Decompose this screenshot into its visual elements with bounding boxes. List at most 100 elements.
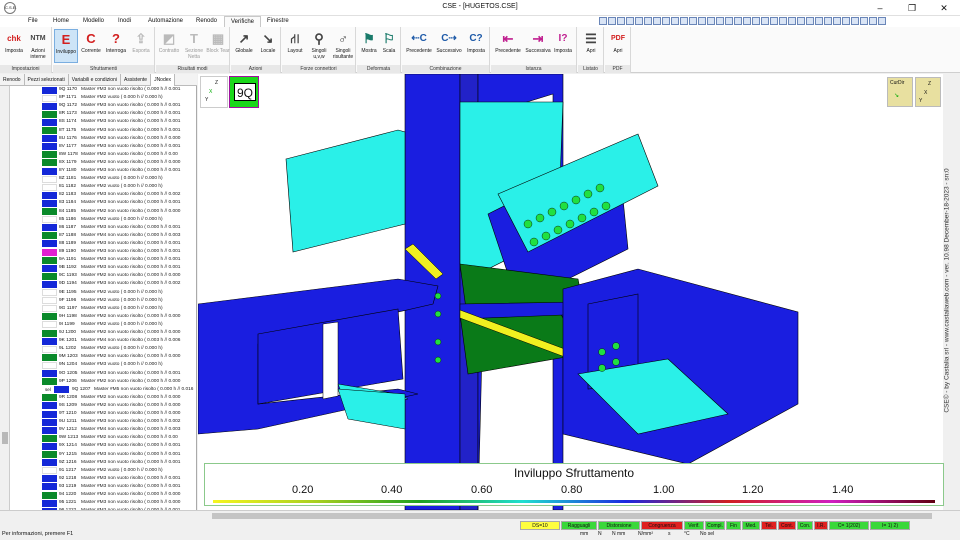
- list-item[interactable]: 9U 1211 Master #M3 non vuoto risolto ( 0.…: [10, 418, 196, 426]
- list-item[interactable]: 84 1185 Master #M2 non vuoto risolto ( 0.…: [10, 208, 196, 216]
- precedente-combinazione-button[interactable]: ⇠C Precedente: [404, 29, 434, 63]
- tab-jnodex[interactable]: JNodex: [151, 74, 176, 86]
- status-indicator[interactable]: Fin: [726, 521, 741, 530]
- move-icon[interactable]: [671, 17, 679, 25]
- pencil-icon[interactable]: [635, 17, 643, 25]
- status-indicator[interactable]: DS=10: [520, 521, 560, 530]
- list-item[interactable]: 9Q 1172 Master #M3 non vuoto risolto ( 0.…: [10, 102, 196, 110]
- open-icon[interactable]: [608, 17, 616, 25]
- tab-pezzi-selezionati[interactable]: Pezzi selezionati: [25, 74, 69, 86]
- globale-button[interactable]: ↗ Globale: [232, 29, 256, 63]
- menu-home[interactable]: Home: [47, 16, 75, 27]
- arrow-right-icon[interactable]: [689, 17, 697, 25]
- list-item[interactable]: 9A 1191 Master #M3 non vuoto risolto ( 0.…: [10, 256, 196, 264]
- list-item[interactable]: 83 1184 Master #M3 non vuoto risolto ( 0.…: [10, 199, 196, 207]
- list-item[interactable]: 8P 1171 Master #M2 vuoto ( 0.000 h // 0.0…: [10, 94, 196, 102]
- inviluppo-button[interactable]: E Inviluppo: [54, 29, 78, 63]
- list-item[interactable]: 9P 1206 Master #M2 non vuoto risolto ( 0.…: [10, 378, 196, 386]
- view-side-icon[interactable]: [770, 17, 778, 25]
- list-item[interactable]: 9O 1205 Master #M3 non vuoto risolto ( 0.…: [10, 370, 196, 378]
- 3d-viewport[interactable]: Z X Y 9Q CurDir ↘ Z X Y: [198, 74, 943, 510]
- print-icon[interactable]: [869, 17, 877, 25]
- list-item[interactable]: 91 1217 Master #M2 vuoto ( 0.000 h // 0.0…: [10, 467, 196, 475]
- menu-file[interactable]: File: [22, 16, 44, 27]
- status-indicator[interactable]: I= 1) 2): [870, 521, 910, 530]
- tab-assistente[interactable]: Assistente: [121, 74, 152, 86]
- status-indicator[interactable]: Ragguagli: [561, 521, 597, 530]
- tab-renodo[interactable]: Renodo: [0, 74, 25, 86]
- list-item[interactable]: 9K 1201 Master #M4 non vuoto risolto ( 0.…: [10, 337, 196, 345]
- list-item[interactable]: 94 1220 Master #M2 non vuoto risolto ( 0.…: [10, 491, 196, 499]
- list-item[interactable]: 95 1221 Master #M3 non vuoto risolto ( 0.…: [10, 499, 196, 507]
- block-tear-button[interactable]: ▦ Block Tear: [206, 29, 230, 63]
- save-icon[interactable]: [599, 17, 607, 25]
- scala-button[interactable]: ⚐ Scala: [377, 29, 401, 63]
- list-item[interactable]: 9G 1197 Master #M3 vuoto ( 0.000 h // 0.0…: [10, 305, 196, 313]
- zoom-fit-icon[interactable]: [743, 17, 751, 25]
- list-item[interactable]: 9Z 1216 Master #M3 non vuoto risolto ( 0.…: [10, 459, 196, 467]
- list-item[interactable]: 88 1189 Master #M3 non vuoto risolto ( 0.…: [10, 240, 196, 248]
- menu-automazione[interactable]: Automazione: [142, 16, 189, 27]
- eraser-icon[interactable]: [644, 17, 652, 25]
- imposta-istanza-button[interactable]: I? Imposta: [551, 29, 575, 63]
- list-item[interactable]: 9L 1202 Master #M2 vuoto ( 0.000 h // 0.0…: [10, 345, 196, 353]
- arrow-up-icon[interactable]: [698, 17, 706, 25]
- list-item[interactable]: 9E 1195 Master #M2 vuoto ( 0.000 h // 0.0…: [10, 289, 196, 297]
- select-icon[interactable]: [653, 17, 661, 25]
- list-item[interactable]: sel 9Q 1207 Master #M5 non vuoto risolto (…: [10, 386, 196, 394]
- render-icon[interactable]: [824, 17, 832, 25]
- view-iso-icon[interactable]: [779, 17, 787, 25]
- layout-button[interactable]: ⛙ Layout: [283, 29, 307, 63]
- list-item[interactable]: 82 1183 Master #M3 non vuoto risolto ( 0.…: [10, 191, 196, 199]
- list-item[interactable]: 85 1186 Master #M2 vuoto ( 0.000 h // 0.0…: [10, 216, 196, 224]
- status-indicator[interactable]: Con.: [797, 521, 813, 530]
- corrente-button[interactable]: C Corrente: [79, 29, 103, 63]
- list-item[interactable]: 9R 1208 Master #M2 non vuoto risolto ( 0.…: [10, 394, 196, 402]
- list-item[interactable]: 9T 1210 Master #M2 non vuoto risolto ( 0.…: [10, 410, 196, 418]
- shade-icon[interactable]: [860, 17, 868, 25]
- list-item[interactable]: 8X 1179 Master #M2 non vuoto risolto ( 0.…: [10, 159, 196, 167]
- azioni-interne-button[interactable]: NTM Azioni interne: [26, 29, 50, 63]
- list-scrollbar[interactable]: [0, 86, 10, 510]
- arrow-down-icon[interactable]: [707, 17, 715, 25]
- list-item[interactable]: 8W 1178 Master #M2 non vuoto risolto ( 0.…: [10, 151, 196, 159]
- minimize-button[interactable]: –: [864, 0, 896, 16]
- imposta-combinazione-button[interactable]: C? Imposta: [464, 29, 488, 63]
- list-item[interactable]: 9W 1213 Master #M2 non vuoto risolto ( 0.…: [10, 434, 196, 442]
- connector-list[interactable]: 9Q 1170 Master #M3 non vuoto risolto ( 0.…: [0, 86, 197, 510]
- joint-model-render[interactable]: [198, 74, 943, 510]
- precedente-istanza-button[interactable]: ⇤ Precedente: [493, 29, 523, 63]
- apri-listato-button[interactable]: ☰ Apri: [579, 29, 603, 63]
- list-item[interactable]: 87 1188 Master #M4 non vuoto risolto ( 0.…: [10, 232, 196, 240]
- list-item[interactable]: 9X 1214 Master #M3 non vuoto risolto ( 0.…: [10, 442, 196, 450]
- list-item[interactable]: 9I 1199 Master #M2 vuoto ( 0.000 h // 0.0…: [10, 321, 196, 329]
- menu-finestre[interactable]: Finestre: [261, 16, 295, 27]
- pan-icon[interactable]: [662, 17, 670, 25]
- sezione-netta-button[interactable]: T Sezione Netta: [182, 29, 206, 63]
- singoli-uvw-button[interactable]: ⚲ Singoli u,v,w: [307, 29, 331, 63]
- list-item[interactable]: 8Y 1180 Master #M3 non vuoto risolto ( 0.…: [10, 167, 196, 175]
- view-top-icon[interactable]: [752, 17, 760, 25]
- underline-icon[interactable]: [788, 17, 796, 25]
- menu-inodi[interactable]: Inodi: [112, 16, 137, 27]
- view-front-icon[interactable]: [761, 17, 769, 25]
- curdir-indicator[interactable]: CurDir ↘: [887, 77, 913, 107]
- layers-icon[interactable]: [815, 17, 823, 25]
- list-item[interactable]: 9Q 1170 Master #M3 non vuoto risolto ( 0.…: [10, 86, 196, 94]
- solid-icon[interactable]: [851, 17, 859, 25]
- list-item[interactable]: 9C 1193 Master #M2 non vuoto risolto ( 0.…: [10, 272, 196, 280]
- help-icon[interactable]: [878, 17, 886, 25]
- successiva-istanza-button[interactable]: ⇥ Successiva: [523, 29, 553, 63]
- menu-modello[interactable]: Modello: [77, 16, 110, 27]
- viewport-hscrollbar[interactable]: [0, 510, 960, 520]
- list-item[interactable]: 8S 1174 Master #M3 non vuoto risolto ( 0.…: [10, 118, 196, 126]
- list-item[interactable]: 9B 1192 Master #M3 non vuoto risolto ( 0.…: [10, 264, 196, 272]
- view-direction-indicator[interactable]: Z X Y: [915, 77, 941, 107]
- rotate-icon[interactable]: [716, 17, 724, 25]
- list-item[interactable]: 8U 1176 Master #M2 non vuoto risolto ( 0.…: [10, 135, 196, 143]
- list-item[interactable]: 9Y 1215 Master #M3 non vuoto risolto ( 0.…: [10, 451, 196, 459]
- list-item[interactable]: 8T 1175 Master #M3 non vuoto risolto ( 0.…: [10, 127, 196, 135]
- list-item[interactable]: 9S 1209 Master #M2 non vuoto risolto ( 0.…: [10, 402, 196, 410]
- list-item[interactable]: 9H 1198 Master #M2 non vuoto risolto ( 0.…: [10, 313, 196, 321]
- contratto-button[interactable]: ◩ Contratto: [157, 29, 181, 63]
